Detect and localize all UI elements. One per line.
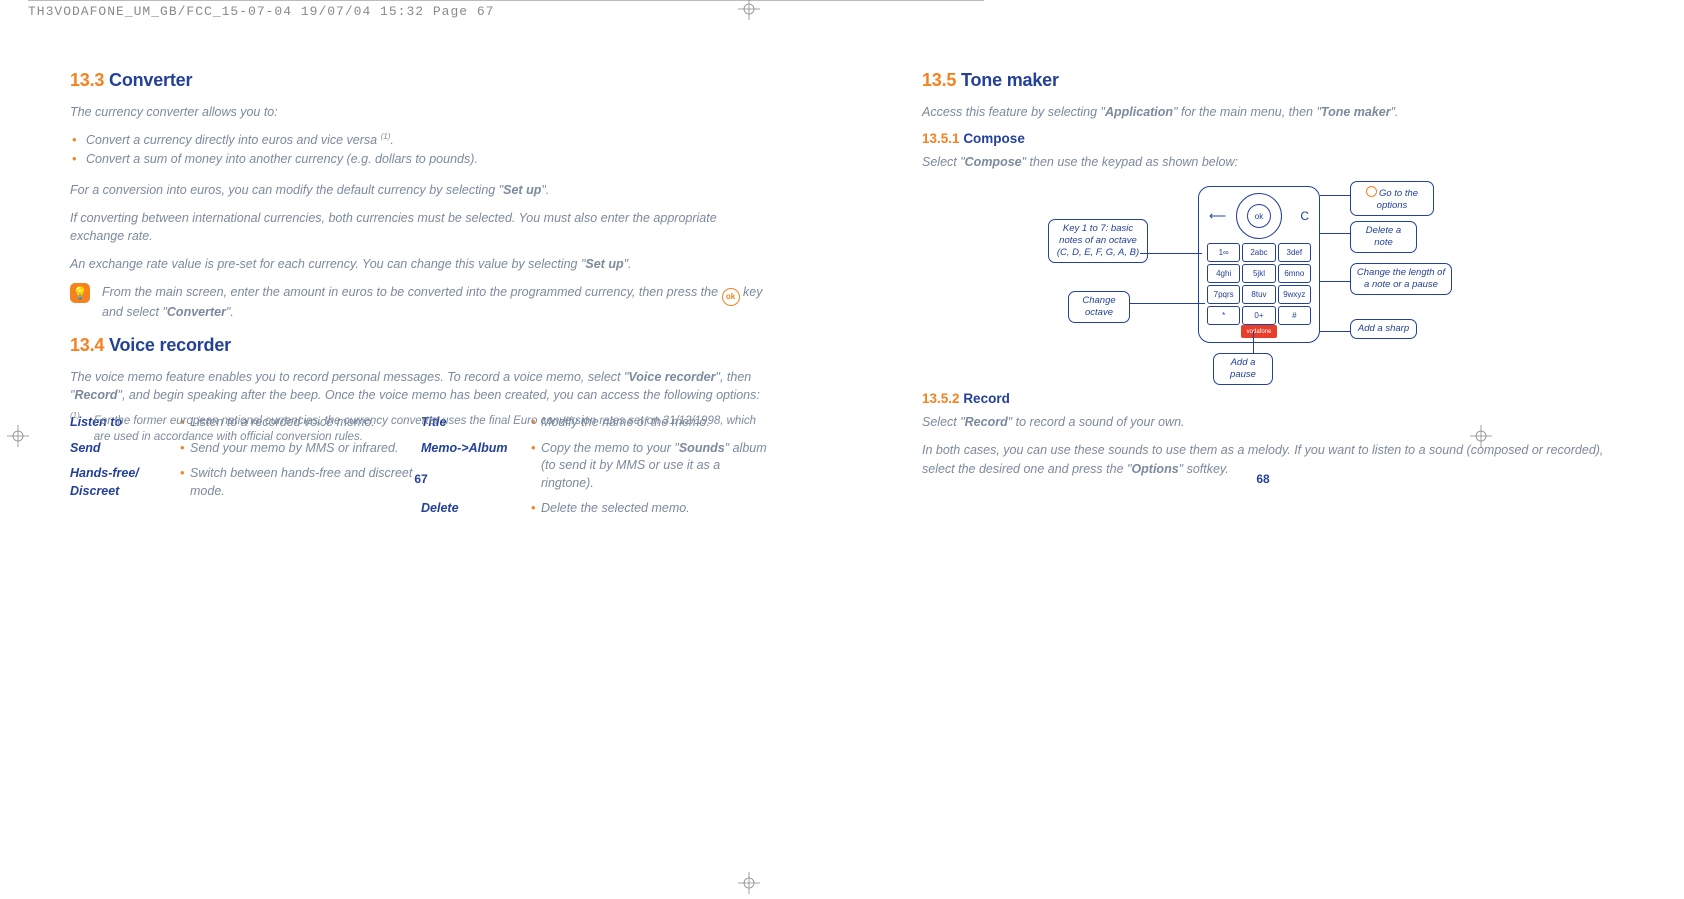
lightbulb-icon: 💡 [70, 283, 90, 303]
page-number: 68 [1256, 472, 1269, 486]
footnote-text: For the former european national currenc… [94, 413, 772, 446]
section-13-4-title: 13.4 Voice recorder [70, 335, 772, 356]
left-softkey-icon: ⟵ [1209, 209, 1226, 223]
option-label: Delete [421, 500, 531, 518]
subsection-name: Compose [963, 131, 1025, 146]
key-8: 8tuv [1242, 285, 1275, 304]
key-0: 0+ [1242, 306, 1275, 325]
option-label: Hands-free/ Discreet [70, 465, 180, 500]
key-2: 2abc [1242, 243, 1275, 262]
ok-key-icon: ok [1247, 204, 1271, 228]
key-6: 6mno [1278, 264, 1311, 283]
voice-recorder-intro: The voice memo feature enables you to re… [70, 368, 772, 404]
callout-add-sharp: Add a sharp [1350, 319, 1417, 339]
tone-maker-intro: Access this feature by selecting "Applic… [922, 103, 1604, 121]
key-4: 4ghi [1207, 264, 1240, 283]
page-67: 13.3 Converter The currency converter al… [0, 50, 842, 526]
keypad-diagram: ok ⟵ C 1∞ 2abc 3def 4ghi 5jkl 6mno 7pqrs… [1048, 181, 1478, 381]
option-handsfree: Hands-free/ Discreet Switch between hand… [70, 465, 421, 500]
option-delete: Delete Delete the selected memo. [421, 500, 772, 518]
footnote-ref: (1) [381, 132, 391, 141]
option-memo-album: Memo->Album Copy the memo to your "Sound… [421, 440, 772, 493]
callout-change-octave: Change octave [1068, 291, 1130, 323]
section-13-5-title: 13.5 Tone maker [922, 70, 1604, 91]
section-13-3-title: 13.3 Converter [70, 70, 772, 91]
footnote-number: (1) [70, 410, 80, 443]
callout-go-to-options: Go to the options [1350, 181, 1434, 216]
subsection-name: Record [963, 391, 1010, 406]
c-key-icon: C [1300, 209, 1309, 223]
key-7: 7pqrs [1207, 285, 1240, 304]
registration-mark-icon [738, 872, 760, 894]
section-name: Converter [109, 70, 192, 90]
callout-basic-notes: Key 1 to 7: basic notes of an octave (C,… [1048, 219, 1148, 263]
key-1: 1∞ [1207, 243, 1240, 262]
compose-text: Select "Compose" then use the keypad as … [922, 153, 1604, 171]
brand-label: vodafone [1241, 325, 1277, 338]
key-9: 9wxyz [1278, 285, 1311, 304]
option-desc: Copy the memo to your "Sounds" album (to… [531, 440, 772, 493]
key-hash: # [1278, 306, 1311, 325]
section-name: Voice recorder [109, 335, 231, 355]
subsection-number: 13.5.1 [922, 131, 960, 146]
page-number: 67 [414, 472, 427, 486]
callout-change-length: Change the length of a note or a pause [1350, 263, 1452, 295]
section-13-5-1-title: 13.5.1 Compose [922, 131, 1604, 146]
section-number: 13.4 [70, 335, 104, 355]
converter-intro: The currency converter allows you to: [70, 103, 772, 121]
footnote: (1) For the former european national cur… [70, 413, 772, 446]
section-name: Tone maker [961, 70, 1059, 90]
converter-bullet-list: Convert a currency directly into euros a… [70, 131, 772, 169]
print-job-header: TH3VODAFONE_UM_GB/FCC_15-07-04 19/07/04 … [28, 4, 494, 19]
key-star: * [1207, 306, 1240, 325]
registration-mark-icon [738, 0, 760, 20]
option-desc: Switch between hands-free and discreet m… [180, 465, 421, 500]
ok-key-icon: ok [722, 288, 740, 306]
tip-text: From the main screen, enter the amount i… [102, 283, 772, 321]
list-item: Convert a sum of money into another curr… [70, 150, 772, 169]
section-number: 13.5 [922, 70, 956, 90]
record-p1: Select "Record" to record a sound of you… [922, 413, 1604, 431]
callout-delete-note: Delete a note [1350, 221, 1417, 253]
subsection-number: 13.5.2 [922, 391, 960, 406]
key-5: 5jkl [1242, 264, 1275, 283]
body-paragraph: If converting between international curr… [70, 209, 772, 245]
phone-keypad-icon: ok ⟵ C 1∞ 2abc 3def 4ghi 5jkl 6mno 7pqrs… [1198, 186, 1328, 346]
callout-add-pause: Add a pause [1213, 353, 1273, 385]
tip-callout: 💡 From the main screen, enter the amount… [70, 283, 772, 321]
list-item: Convert a currency directly into euros a… [70, 131, 772, 150]
section-number: 13.3 [70, 70, 104, 90]
section-13-5-2-title: 13.5.2 Record [922, 391, 1604, 406]
body-paragraph: An exchange rate value is pre-set for ea… [70, 255, 772, 273]
page-68: 13.5 Tone maker Access this feature by s… [842, 50, 1684, 526]
key-3: 3def [1278, 243, 1311, 262]
option-desc: Delete the selected memo. [531, 500, 690, 518]
body-paragraph: For a conversion into euros, you can mod… [70, 181, 772, 199]
